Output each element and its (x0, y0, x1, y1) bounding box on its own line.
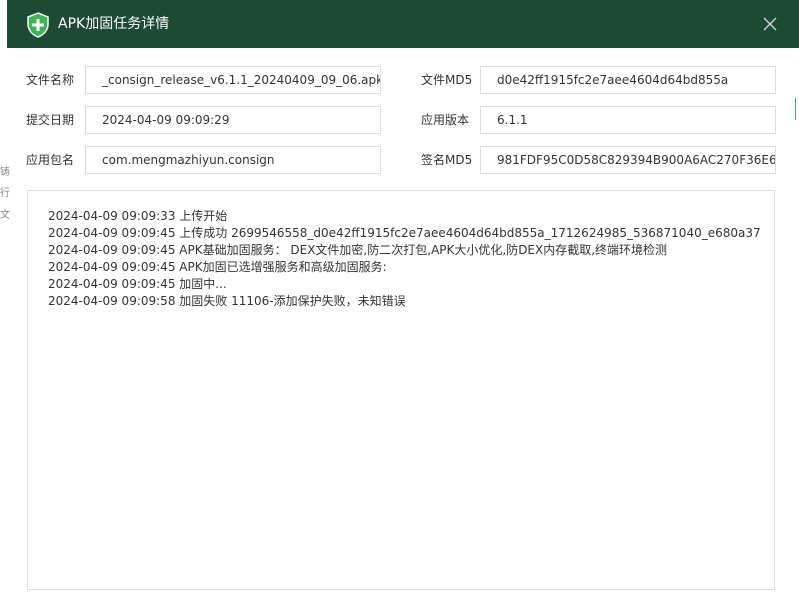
background-edge-text: 行 (0, 188, 10, 199)
file-name-field[interactable]: _consign_release_v6.1.1_20240409_09_06.a… (85, 66, 381, 94)
submit-date-field[interactable]: 2024-04-09 09:09:29 (85, 106, 381, 134)
signature-md5-field[interactable]: 981FDF95C0D58C829394B900A6AC270F36E65 (480, 146, 776, 174)
background-window-edge: 铸 行 文 (0, 48, 10, 611)
background-edge-text: 文 (0, 210, 10, 221)
task-log-panel[interactable]: 2024-04-09 09:09:33 上传开始 2024-04-09 09:0… (27, 190, 775, 590)
log-line: 2024-04-09 09:09:45 APK基础加固服务： DEX文件加密,防… (48, 243, 668, 257)
file-md5-field[interactable]: d0e42ff1915fc2e7aee4604d64bd855a (480, 66, 776, 94)
task-log-list: 2024-04-09 09:09:33 上传开始 2024-04-09 09:0… (48, 208, 761, 310)
signature-md5-label: 签名MD5 (421, 153, 473, 167)
dialog-title: APK加固任务详情 (58, 16, 170, 32)
log-line: 2024-04-09 09:09:33 上传开始 (48, 209, 228, 223)
submit-date-label: 提交日期 (26, 113, 75, 127)
package-name-field[interactable]: com.mengmazhiyun.consign (85, 146, 381, 174)
log-line: 2024-04-09 09:09:45 加固中... (48, 277, 227, 291)
file-name-label: 文件名称 (26, 73, 75, 87)
dialog-title-bar[interactable]: APK加固任务详情 (7, 0, 799, 48)
app-version-field[interactable]: 6.1.1 (480, 106, 776, 134)
log-line: 2024-04-09 09:09:58 加固失败 11106-添加保护失败，未知… (48, 294, 406, 308)
app-version-label: 应用版本 (421, 113, 470, 127)
file-md5-label: 文件MD5 (421, 73, 473, 87)
log-line: 2024-04-09 09:09:45 上传成功 2699546558_d0e4… (48, 226, 761, 240)
close-icon[interactable] (760, 14, 780, 34)
task-detail-dialog: APK加固任务详情 铸 行 文 文件名称 _consign_release_v6… (0, 0, 799, 611)
shield-plus-icon (27, 12, 49, 38)
background-edge-text: 铸 (0, 167, 10, 178)
package-name-label: 应用包名 (26, 153, 75, 167)
log-line: 2024-04-09 09:09:45 APK加固已选增强服务和高级加固服务: (48, 260, 387, 274)
background-window-edge-mark (795, 98, 799, 120)
